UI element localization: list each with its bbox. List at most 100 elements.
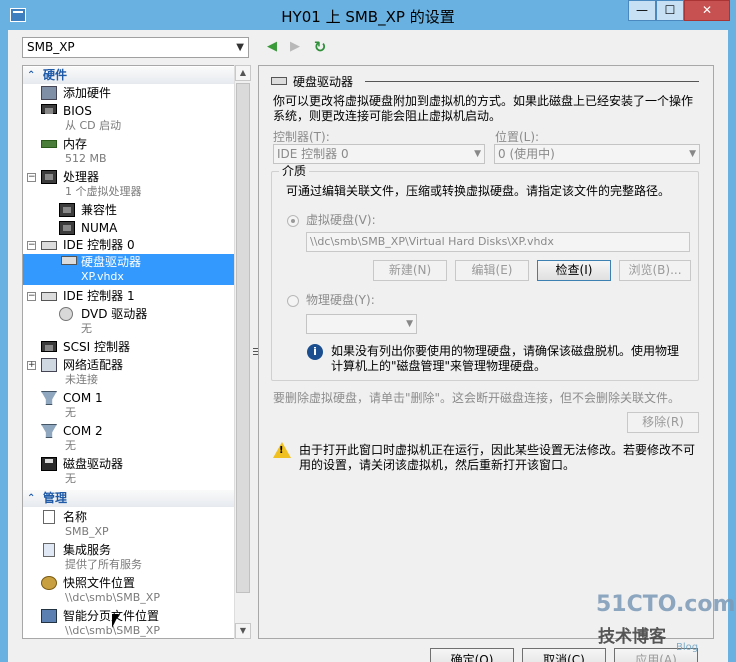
browse-button[interactable]: 浏览(B)... — [619, 260, 691, 281]
vm-select[interactable]: SMB_XP ▼ — [22, 37, 249, 58]
tree-item-label: 处理器 — [63, 170, 100, 184]
floppy-icon — [41, 457, 57, 471]
controller-select[interactable]: IDE 控制器 0 ▼ — [273, 144, 485, 164]
new-button[interactable]: 新建(N) — [373, 260, 447, 281]
section-hardware-label: 硬件 — [43, 68, 68, 82]
chip-icon — [59, 203, 75, 217]
section-management-label: 管理 — [43, 491, 68, 505]
warning-line-1: 由于打开此窗口时虚拟机正在运行，因此某些设置无法修改。若要修改不可 — [299, 443, 696, 457]
tree-item-label: COM 1 — [63, 391, 103, 405]
section-management[interactable]: ⌃ 管理 — [23, 490, 234, 507]
location-label: 位置(L): — [495, 130, 540, 144]
collapse-icon[interactable]: − — [27, 292, 36, 301]
tree-scrollbar[interactable]: ▲ ▼ — [234, 65, 251, 639]
bios-icon — [41, 104, 57, 114]
vhd-radio-label: 虚拟硬盘(V): — [306, 213, 376, 227]
chip-icon — [59, 221, 75, 235]
collapse-icon[interactable]: − — [27, 173, 36, 182]
scroll-thumb[interactable] — [236, 83, 250, 593]
info-icon: i — [307, 344, 323, 360]
location-value: 0 (使用中) — [498, 147, 555, 161]
remove-description: 要删除虚拟硬盘，请单击"删除"。这会断开磁盘连接，但不会删除关联文件。 — [273, 391, 681, 405]
inspect-button[interactable]: 检查(I) — [537, 260, 611, 281]
vm-select-value: SMB_XP — [27, 40, 75, 54]
tree-item-sub: SMB_XP — [65, 525, 109, 538]
tree-item-sub: 未连接 — [65, 373, 98, 386]
chevron-down-icon: ▼ — [689, 149, 696, 159]
processor-icon — [41, 170, 57, 184]
tree-item-label: 名称 — [63, 510, 88, 524]
com-port-icon — [41, 424, 57, 438]
controller-value: IDE 控制器 0 — [277, 147, 349, 161]
scsi-icon — [41, 341, 57, 352]
ok-button[interactable]: 确定(O) — [430, 648, 514, 662]
watermark-line-1: 51CTO.com — [596, 592, 736, 617]
tree-item-label: COM 2 — [63, 424, 103, 438]
tree-item-sub: \\dc\smb\SMB_XP — [65, 591, 160, 604]
dvd-icon — [59, 307, 73, 321]
controller-label: 控制器(T): — [273, 130, 330, 144]
controller-icon — [41, 292, 57, 301]
tree-item-sub: 1 个虚拟处理器 — [65, 185, 142, 198]
tree-item-sub: XP.vhdx — [81, 270, 124, 283]
com-port-icon — [41, 391, 57, 405]
scroll-down-icon[interactable]: ▼ — [235, 623, 251, 639]
controller-icon — [41, 241, 57, 250]
warning-icon: ! — [273, 442, 291, 458]
tree-item-sub: 无 — [65, 406, 76, 419]
tree-item-label: IDE 控制器 0 — [63, 238, 135, 252]
tree-item-label: NUMA — [81, 221, 118, 235]
tree-item-sub: 从 CD 启动 — [65, 119, 122, 132]
divider — [365, 81, 699, 82]
cancel-button[interactable]: 取消(C) — [522, 648, 606, 662]
tree-item-label: BIOS — [63, 104, 92, 118]
tree-item-hard-drive[interactable]: 硬盘驱动器 XP.vhdx — [23, 254, 234, 285]
mouse-cursor-icon — [112, 614, 119, 628]
hardware-tree[interactable]: ⌃ 硬件 添加硬件 BIOS 从 CD 启动 内存 512 MB − 处理器 1 … — [22, 65, 250, 639]
name-icon — [43, 510, 55, 524]
collapse-icon: ⌃ — [27, 493, 36, 504]
integration-icon — [43, 543, 55, 557]
physical-disk-select[interactable]: ▼ — [306, 314, 417, 334]
physical-disk-label: 物理硬盘(Y): — [306, 293, 375, 307]
chevron-down-icon: ▼ — [236, 42, 244, 53]
vhd-radio[interactable] — [287, 215, 299, 227]
refresh-icon[interactable]: ↻ — [312, 39, 328, 55]
edit-button[interactable]: 编辑(E) — [455, 260, 529, 281]
expand-icon[interactable]: + — [27, 361, 36, 370]
tree-item-label: IDE 控制器 1 — [63, 289, 135, 303]
client-area: SMB_XP ▼ ◀ ▶ ↻ ⌃ 硬件 添加硬件 BIOS 从 CD 启动 内存 … — [8, 30, 728, 662]
panel-header: 硬盘驱动器 — [267, 72, 703, 90]
memory-icon — [41, 140, 57, 148]
tree-item-label: 网络适配器 — [63, 358, 124, 372]
title-bar[interactable]: HY01 上 SMB_XP 的设置 — ☐ ✕ — [0, 0, 736, 30]
scroll-up-icon[interactable]: ▲ — [235, 65, 251, 81]
remove-button[interactable]: 移除(R) — [627, 412, 699, 433]
back-arrow-icon[interactable]: ◀ — [264, 39, 280, 55]
minimize-button[interactable]: — — [628, 0, 656, 21]
hard-drive-icon — [271, 77, 287, 85]
location-select[interactable]: 0 (使用中) ▼ — [494, 144, 700, 164]
physical-disk-radio[interactable] — [287, 295, 299, 307]
tree-item-sub: 无 — [65, 439, 76, 452]
maximize-button[interactable]: ☐ — [656, 0, 684, 21]
media-label: 介质 — [279, 164, 310, 179]
hard-drive-icon — [61, 256, 77, 265]
add-hardware-icon — [41, 86, 57, 100]
window-title: HY01 上 SMB_XP 的设置 — [281, 8, 455, 26]
section-hardware[interactable]: ⌃ 硬件 — [23, 67, 234, 84]
forward-arrow-icon[interactable]: ▶ — [287, 39, 303, 55]
tree-item-sub: 提供了所有服务 — [65, 558, 142, 571]
tree-item-label: 快照文件位置 — [63, 576, 136, 590]
paging-icon — [41, 609, 57, 623]
collapse-icon[interactable]: − — [27, 241, 36, 250]
intro-line-2: 系统，则更改连接可能会阻止虚拟机启动。 — [273, 109, 502, 123]
settings-window: HY01 上 SMB_XP 的设置 — ☐ ✕ SMB_XP ▼ ◀ ▶ ↻ ⌃… — [0, 0, 736, 662]
intro-line-1: 你可以更改将虚拟硬盘附加到虚拟机的方式。如果此磁盘上已经安装了一个操作 — [273, 94, 694, 108]
close-button[interactable]: ✕ — [684, 0, 730, 21]
vhd-path-input[interactable]: \\dc\smb\SMB_XP\Virtual Hard Disks\XP.vh… — [306, 232, 690, 252]
tree-item-label: 内存 — [63, 137, 88, 151]
tree-item-label: 硬盘驱动器 — [81, 255, 142, 269]
watermark-line-2: 技术博客 — [598, 627, 666, 647]
chevron-down-icon: ▼ — [474, 149, 481, 159]
